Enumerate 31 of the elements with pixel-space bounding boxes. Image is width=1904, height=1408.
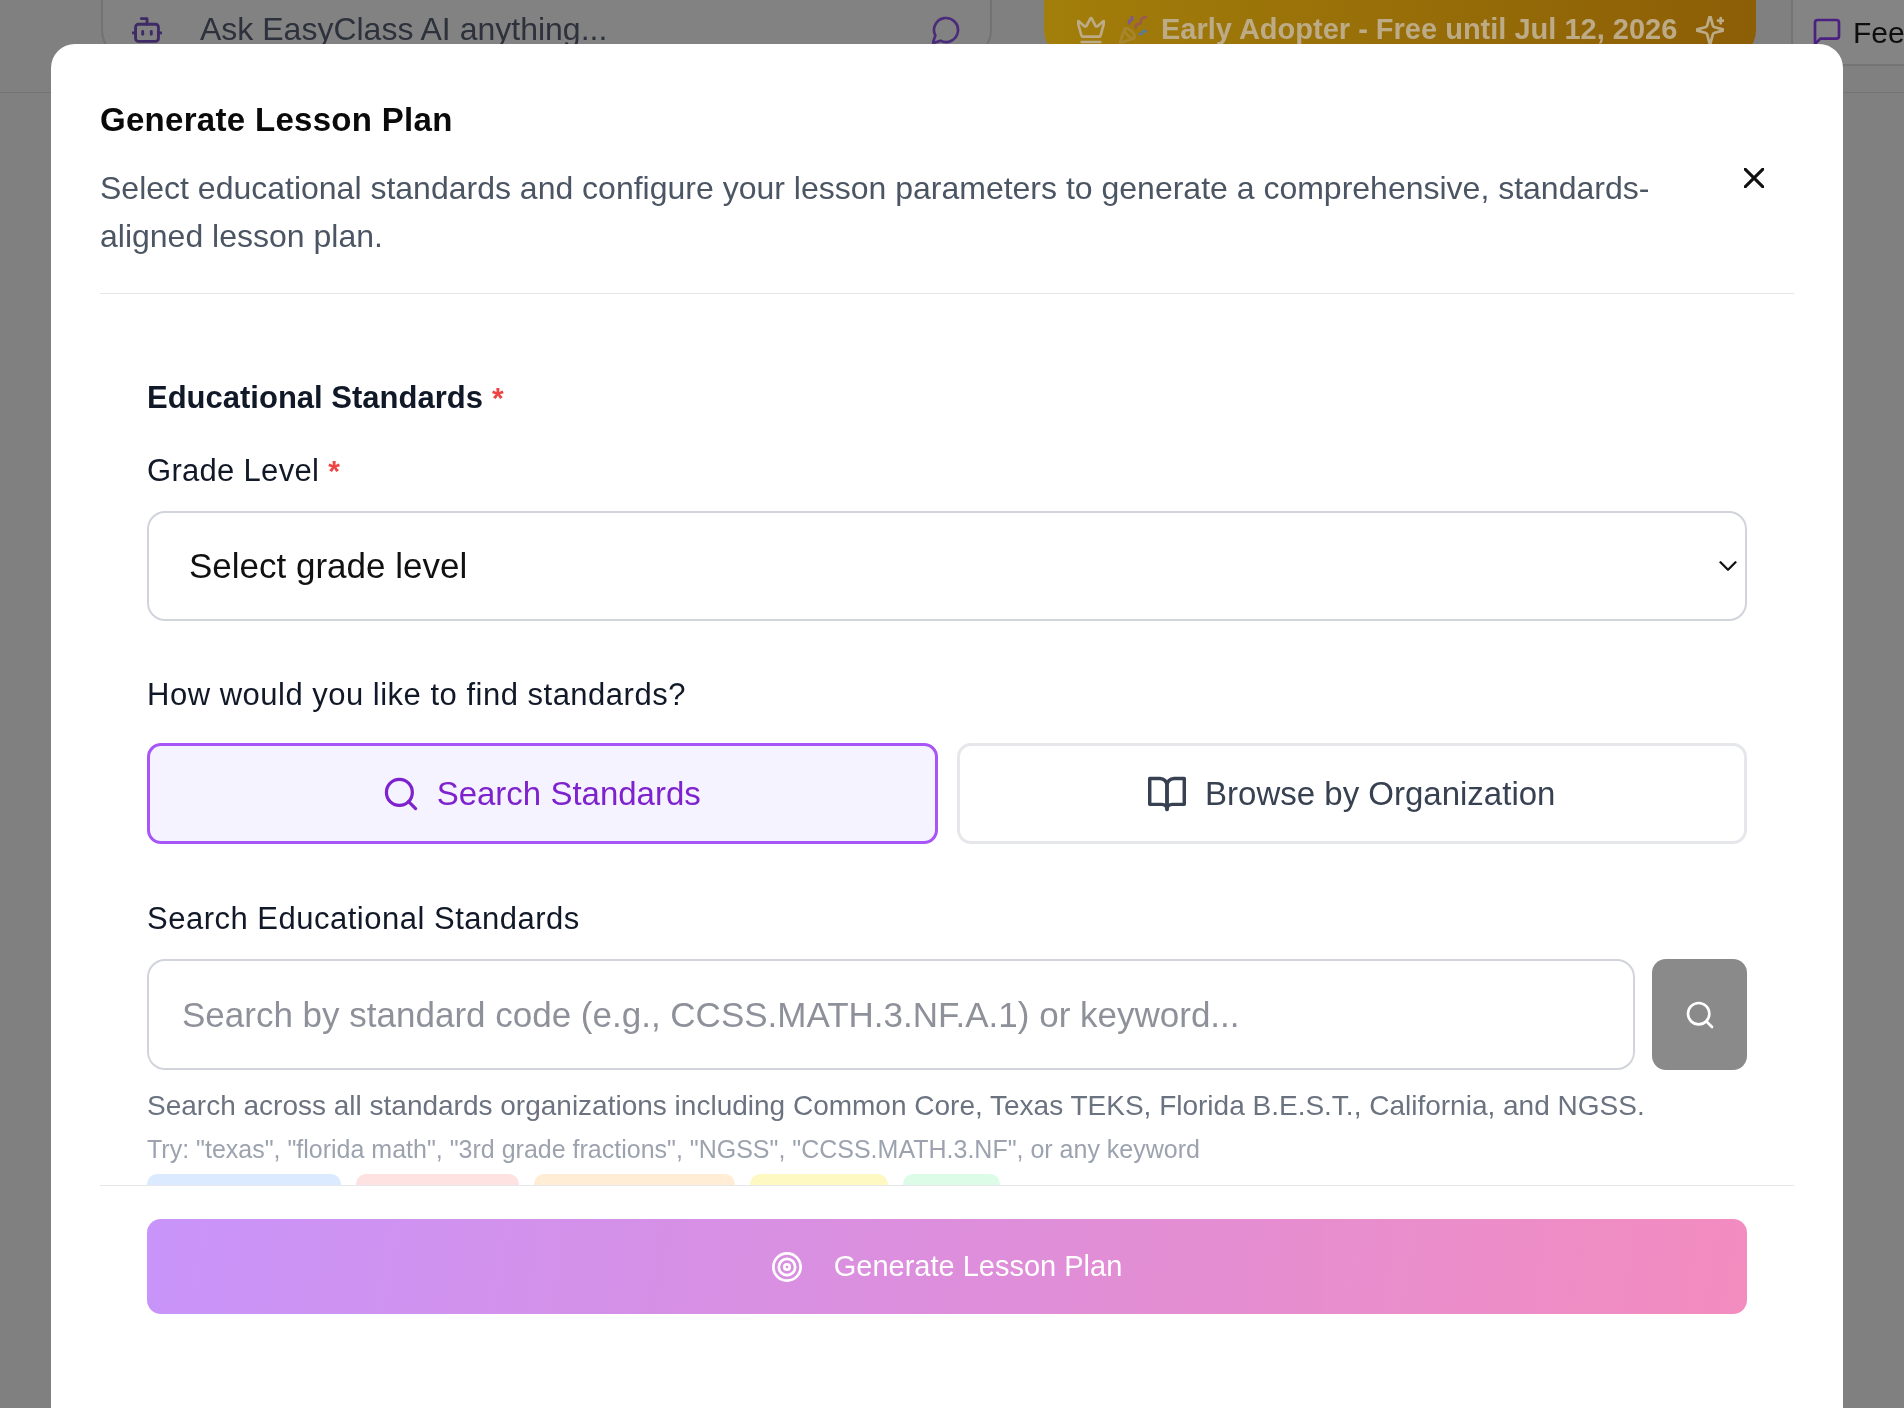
- examples-text: Try: "texas", "florida math", "3rd grade fractions", "NGSS", "CCSS.MATH.3.NF", or any keyword: [147, 1134, 1200, 1164]
- section-title: Educational Standards: [147, 380, 483, 416]
- close-icon: [1744, 168, 1764, 188]
- chevron-down-icon: [1719, 561, 1737, 571]
- grade-level-select[interactable]: Select grade level: [147, 511, 1747, 621]
- suggestion-chip[interactable]: [147, 1174, 341, 1185]
- mode-toggle-button[interactable]: Search Standards: [147, 743, 938, 844]
- field-label: Search Educational Standards: [147, 901, 580, 937]
- search-icon: [383, 776, 418, 811]
- required-mark: *: [328, 453, 340, 489]
- mode-toggle-button[interactable]: Browse by Organization: [956, 743, 1747, 844]
- question-label: How would you like to find standards?: [147, 677, 686, 713]
- suggestion-chip[interactable]: [534, 1174, 735, 1185]
- promo-text: Early Adopter - Free until Jul 12, 2026: [1161, 12, 1679, 48]
- search-field[interactable]: Search by standard code (e.g., CCSS.MATH.3.NF.A.1) or keyword...: [147, 959, 1635, 1070]
- target-icon: [771, 1251, 802, 1282]
- search-icon: [1685, 1000, 1714, 1029]
- chat-bubble-icon: [932, 16, 960, 44]
- suggestion-chip[interactable]: [750, 1174, 888, 1185]
- dialog-description: Select educational standards and configure your lesson parameters to generate a comprehensive, standards-aligned lesson plan.: [100, 169, 1651, 256]
- party-popper-icon: [1119, 16, 1147, 44]
- help-text: Search across all standards organizations including Common Core, Texas TEKS, Florida B.E.S.T., California, and NGSS.: [147, 1089, 1645, 1123]
- suggestion-chip[interactable]: [903, 1174, 1000, 1185]
- sparkle-icon: [1695, 16, 1724, 44]
- required-mark: *: [491, 380, 504, 416]
- robot-icon: [132, 15, 162, 45]
- book-icon: [1148, 775, 1187, 812]
- suggestion-chip[interactable]: [356, 1174, 519, 1185]
- field-label: Grade Level: [147, 453, 320, 489]
- dialog-title: Generate Lesson Plan: [100, 102, 453, 138]
- crown-icon: [1077, 16, 1105, 44]
